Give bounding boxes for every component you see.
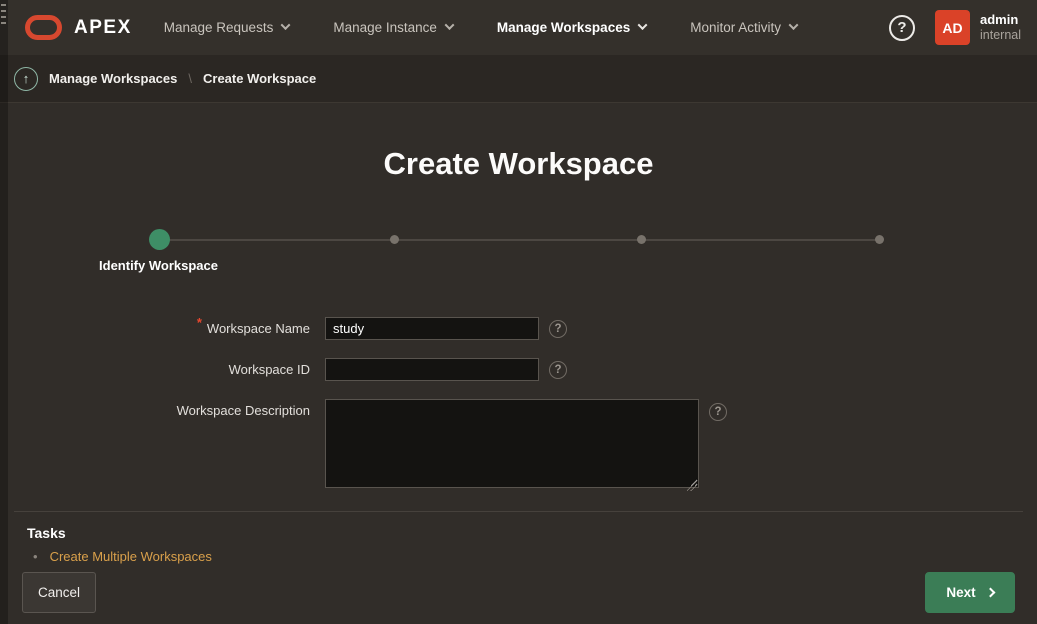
- page-title: Create Workspace: [0, 148, 1037, 179]
- wizard-stepper: Identify Workspace: [149, 229, 889, 277]
- next-button-label: Next: [946, 585, 975, 600]
- bullet-icon: •: [33, 549, 38, 564]
- oracle-logo-icon: [25, 15, 62, 40]
- workspace-description-control: ?: [325, 399, 1037, 493]
- nav-item-manage-instance[interactable]: Manage Instance: [333, 20, 453, 35]
- chevron-down-icon: [638, 20, 648, 30]
- avatar: AD: [935, 10, 970, 45]
- nav-item-label: Manage Instance: [333, 20, 437, 35]
- workspace-name-control: ?: [325, 317, 1037, 340]
- field-help-icon[interactable]: ?: [549, 320, 567, 338]
- nav-item-label: Monitor Activity: [690, 20, 781, 35]
- top-navbar: APEX Manage Requests Manage Instance Man…: [0, 0, 1037, 55]
- breadcrumb: ↑ Manage Workspaces \ Create Workspace: [0, 55, 1037, 103]
- nav-item-label: Manage Requests: [164, 20, 274, 35]
- step-1-dot-active: [149, 229, 170, 250]
- step-2-dot: [390, 235, 399, 244]
- chevron-down-icon: [789, 20, 799, 30]
- apex-brand[interactable]: APEX: [25, 15, 132, 40]
- create-workspace-page: APEX Manage Requests Manage Instance Man…: [0, 0, 1037, 624]
- user-menu[interactable]: AD admin internal: [935, 10, 1021, 45]
- edge-tick: [1, 22, 6, 24]
- current-step-label: Identify Workspace: [99, 258, 218, 273]
- up-arrow-icon[interactable]: ↑: [14, 67, 38, 91]
- brand-name: APEX: [74, 17, 132, 39]
- nav-item-manage-requests[interactable]: Manage Requests: [164, 20, 290, 35]
- task-item: • Create Multiple Workspaces: [27, 549, 1037, 564]
- tasks-heading: Tasks: [27, 525, 1037, 541]
- nav-item-monitor-activity[interactable]: Monitor Activity: [690, 20, 797, 35]
- next-button[interactable]: Next: [925, 572, 1015, 613]
- workspace-description-textarea[interactable]: [325, 399, 699, 488]
- workspace-description-label: Workspace Description: [0, 399, 310, 493]
- help-icon[interactable]: ?: [889, 15, 915, 41]
- left-edge-artifact: [0, 0, 8, 624]
- field-help-icon[interactable]: ?: [549, 361, 567, 379]
- workspace-name-label: *Workspace Name: [0, 317, 310, 340]
- breadcrumb-separator: \: [188, 71, 192, 86]
- workspace-description-row: Workspace Description ?: [0, 399, 1037, 493]
- create-multiple-workspaces-link[interactable]: Create Multiple Workspaces: [50, 549, 212, 564]
- nav-item-manage-workspaces[interactable]: Manage Workspaces: [497, 20, 646, 35]
- nav-item-label: Manage Workspaces: [497, 20, 630, 35]
- user-realm: internal: [980, 28, 1021, 44]
- stepper-line: [159, 239, 880, 241]
- edge-tick: [1, 16, 6, 18]
- breadcrumb-parent[interactable]: Manage Workspaces: [49, 71, 177, 86]
- user-text: admin internal: [980, 12, 1021, 44]
- workspace-id-control: ?: [325, 358, 1037, 381]
- chevron-down-icon: [444, 20, 454, 30]
- tasks-region: Tasks • Create Multiple Workspaces: [0, 512, 1037, 564]
- chevron-down-icon: [281, 20, 291, 30]
- workspace-id-input[interactable]: [325, 358, 539, 381]
- step-3-dot: [637, 235, 646, 244]
- step-4-dot: [875, 235, 884, 244]
- workspace-name-row: *Workspace Name ?: [0, 317, 1037, 340]
- required-marker: *: [197, 315, 202, 330]
- breadcrumb-current: Create Workspace: [203, 71, 316, 86]
- workspace-id-row: Workspace ID ?: [0, 358, 1037, 381]
- header-right: ? AD admin internal: [889, 10, 1037, 45]
- edge-tick: [1, 10, 6, 12]
- workspace-name-input[interactable]: [325, 317, 539, 340]
- chevron-right-icon: [985, 588, 995, 598]
- field-help-icon[interactable]: ?: [709, 403, 727, 421]
- workspace-id-label: Workspace ID: [0, 358, 310, 381]
- identify-workspace-form: *Workspace Name ? Workspace ID ? Workspa…: [0, 317, 1037, 493]
- edge-tick: [1, 4, 6, 6]
- main-nav: Manage Requests Manage Instance Manage W…: [164, 20, 797, 35]
- cancel-button[interactable]: Cancel: [22, 572, 96, 613]
- user-name: admin: [980, 12, 1021, 28]
